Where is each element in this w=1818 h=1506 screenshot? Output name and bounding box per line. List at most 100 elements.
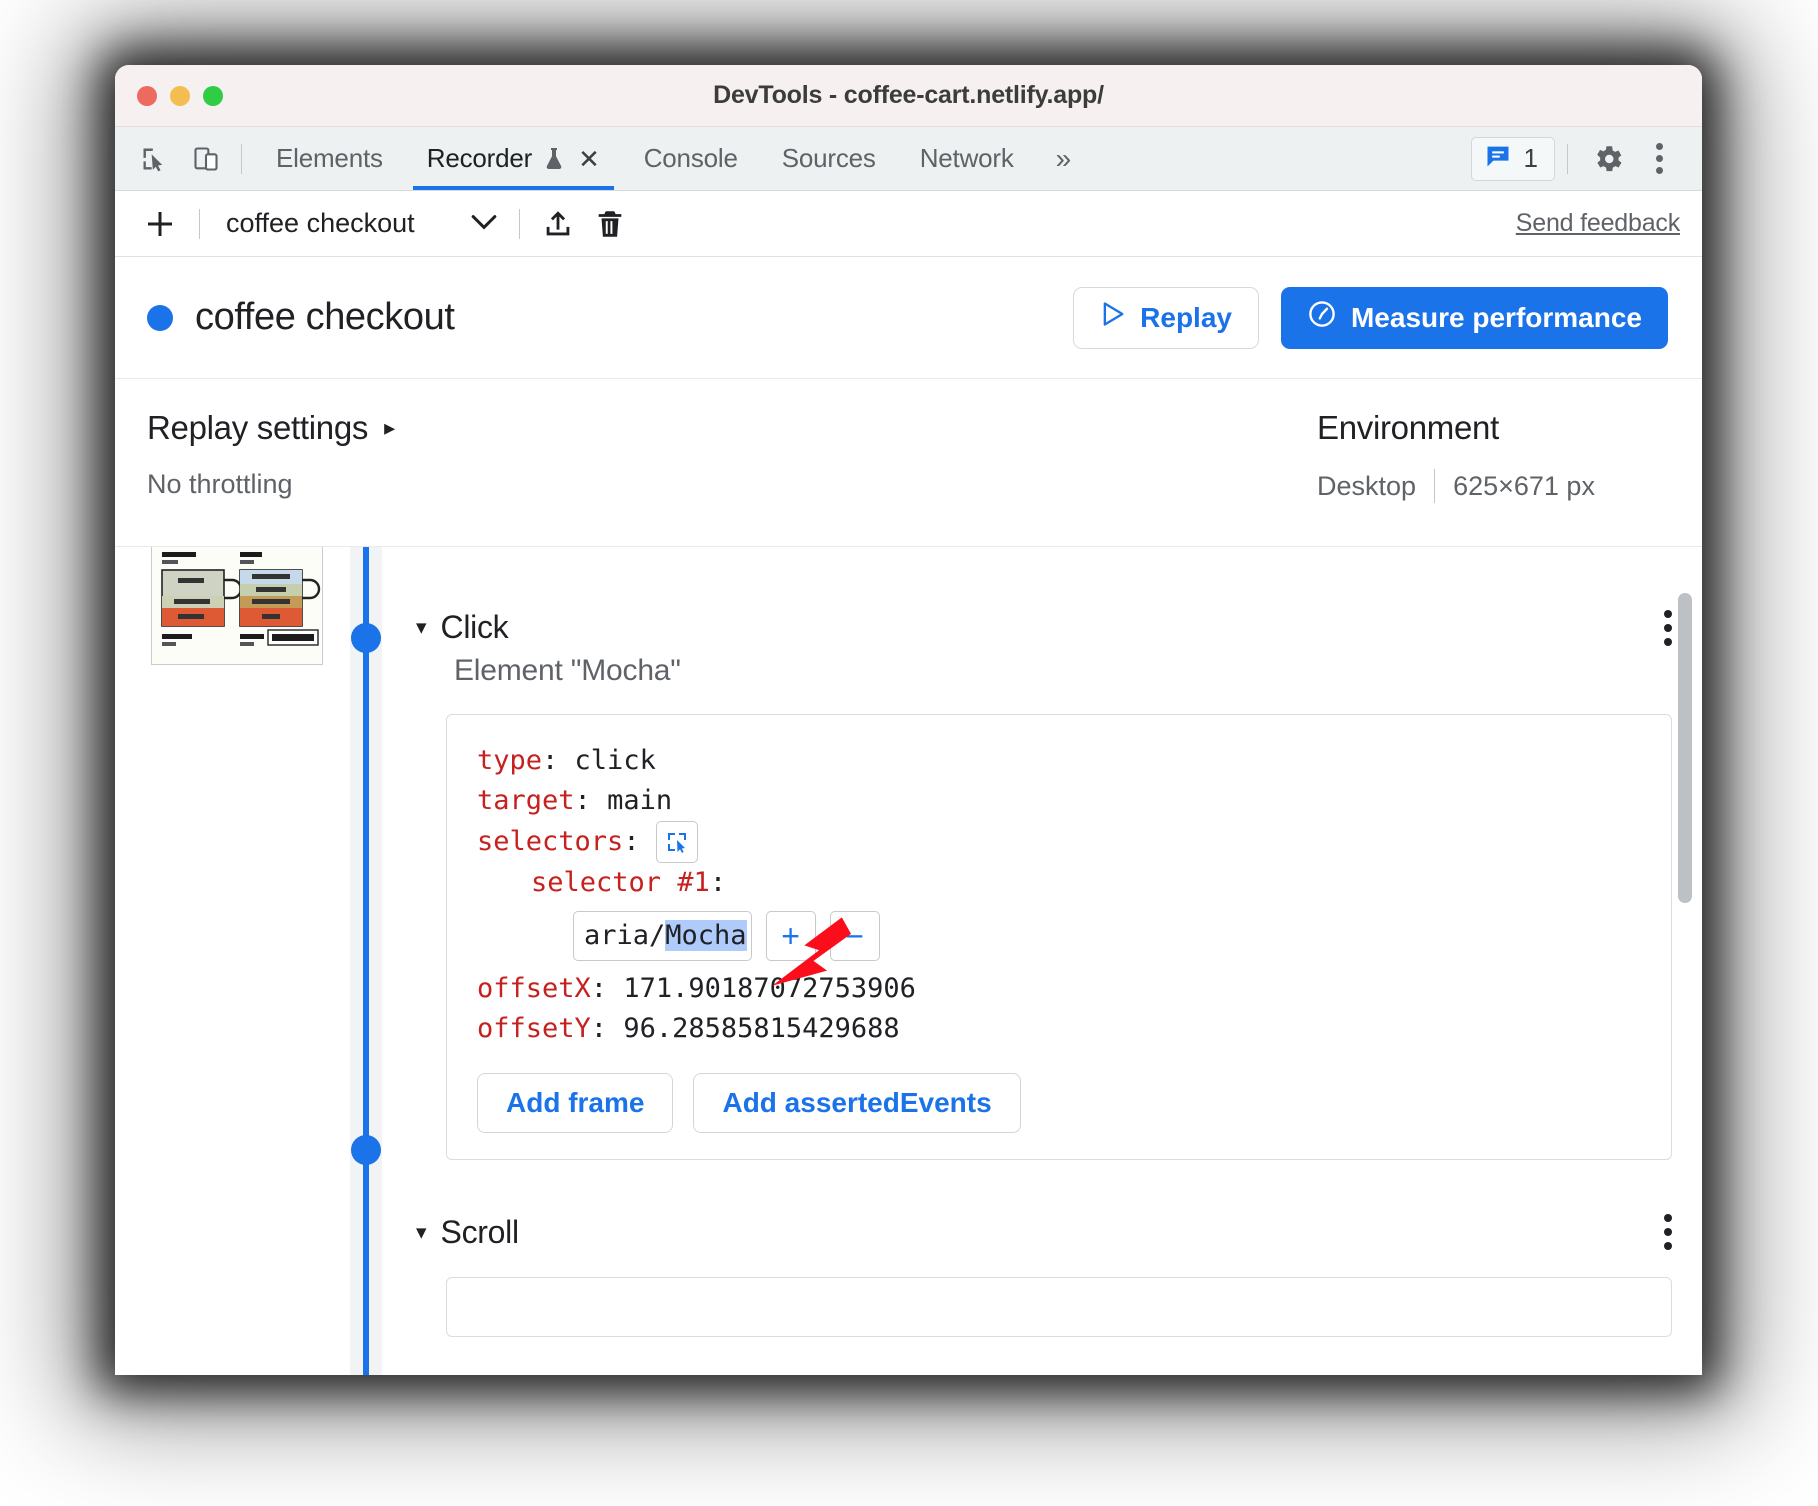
step-subtitle: Element "Mocha" — [454, 654, 681, 687]
throttling-value: No throttling — [147, 469, 293, 499]
selector-editor-row: aria/Mocha + − — [477, 910, 1645, 961]
step-scroll: ▾ Scroll — [416, 1214, 1702, 1337]
issues-count: 1 — [1523, 143, 1538, 173]
chevron-down-icon[interactable]: ▾ — [416, 615, 427, 640]
chevron-right-icon: ▸ — [384, 415, 395, 440]
device-value: Desktop — [1317, 470, 1417, 501]
field-type: type: click — [477, 741, 1645, 781]
field-offsetx-key: offsetX — [477, 972, 591, 1004]
devtools-tabbar: Elements Recorder ✕ Console Sources Netw… — [115, 127, 1702, 191]
step-type-label: Click — [440, 609, 509, 645]
tabbar-right-tools: 1 — [1470, 127, 1702, 190]
more-tabs-icon[interactable]: » — [1036, 127, 1092, 190]
tab-sources[interactable]: Sources — [760, 127, 898, 190]
settings-gear-icon[interactable] — [1580, 135, 1636, 183]
recording-header: coffee checkout Replay Measure performan… — [115, 257, 1702, 379]
environment-column: Environment Desktop 625×671 px — [1317, 409, 1662, 503]
panel-tabs: Elements Recorder ✕ Console Sources Netw… — [254, 127, 1036, 190]
field-offsety: offsetY: 96.28585815429688 — [477, 1009, 1645, 1049]
send-feedback-link[interactable]: Send feedback — [1516, 209, 1680, 238]
close-tab-icon[interactable]: ✕ — [578, 146, 600, 172]
screenshot-column — [115, 547, 350, 1375]
measure-performance-button[interactable]: Measure performance — [1280, 286, 1668, 349]
chevron-down-icon — [471, 211, 497, 237]
tab-label: Recorder — [426, 143, 533, 173]
screenshot-root: DevTools - coffee-cart.netlify.app/ Elem… — [0, 0, 1818, 1506]
field-offsety-key: offsetY — [477, 1012, 591, 1044]
field-offsetx: offsetX: 171.90187072753906 — [477, 969, 1645, 1009]
select-element-picker-icon[interactable] — [655, 820, 698, 863]
step-more-options-icon[interactable] — [1664, 1214, 1672, 1251]
recorder-toolbar: coffee checkout Send feedback — [115, 191, 1702, 257]
steps-scrollbar[interactable] — [1676, 593, 1694, 1375]
field-selectors: selectors: — [477, 820, 1645, 863]
tab-label: Network — [919, 143, 1014, 173]
tabbar-left-tools — [115, 127, 229, 190]
field-target-value[interactable]: main — [607, 781, 672, 821]
timeline-dot-scroll[interactable] — [351, 1135, 381, 1165]
value-separator — [1434, 469, 1436, 503]
step-type-label: Scroll — [440, 1213, 520, 1250]
selector-input[interactable]: aria/Mocha — [573, 910, 752, 961]
play-icon — [1100, 300, 1126, 335]
steps-timeline — [350, 547, 382, 1375]
tab-console[interactable]: Console — [622, 127, 760, 190]
experiment-flask-icon — [542, 146, 566, 172]
inspect-icon[interactable] — [131, 136, 177, 182]
recording-selector[interactable]: coffee checkout — [212, 208, 507, 239]
window-title: DevTools - coffee-cart.netlify.app/ — [713, 81, 1104, 109]
add-selector-button[interactable]: + — [765, 910, 816, 961]
tab-label: Elements — [276, 143, 383, 173]
tab-elements[interactable]: Elements — [254, 127, 405, 190]
create-recording-button[interactable] — [133, 197, 187, 251]
step-scroll-details-card — [446, 1276, 1672, 1337]
add-frame-button[interactable]: Add frame — [477, 1072, 674, 1133]
step-details-card: type: click target: main selectors: sele… — [446, 714, 1672, 1160]
step-click-header[interactable]: ▾ Click — [416, 609, 1672, 646]
replay-settings-label: Replay settings — [147, 409, 369, 446]
toolbar-divider-2 — [518, 208, 520, 239]
step-scroll-header[interactable]: ▾ Scroll — [416, 1214, 1672, 1251]
steps-area: ▾ Click Element "Mocha" type: click targ… — [115, 547, 1702, 1375]
tab-recorder[interactable]: Recorder ✕ — [405, 127, 622, 190]
issues-icon — [1484, 142, 1512, 175]
replay-button[interactable]: Replay — [1073, 286, 1259, 349]
more-options-icon[interactable] — [1636, 135, 1682, 183]
replay-settings-toggle[interactable]: Replay settings ▸ — [147, 409, 395, 447]
field-offsetx-value[interactable]: 171.90187072753906 — [623, 969, 916, 1009]
tab-label: Sources — [781, 143, 876, 173]
add-assertedevents-button[interactable]: Add assertedEvents — [693, 1072, 1021, 1133]
device-toolbar-icon[interactable] — [183, 136, 229, 182]
performance-gauge-icon — [1307, 299, 1337, 336]
timeline-line — [363, 547, 369, 1375]
environment-label: Environment — [1317, 409, 1499, 446]
field-selectors-key: selectors — [477, 825, 624, 857]
field-offsety-value[interactable]: 96.28585815429688 — [623, 1009, 899, 1049]
selector-label: selector #1 — [531, 866, 710, 898]
tab-network[interactable]: Network — [898, 127, 1036, 190]
selector-prefix: aria/ — [584, 920, 666, 952]
field-type-value[interactable]: click — [575, 741, 656, 781]
replay-settings-section: Replay settings ▸ No throttling Environm… — [115, 379, 1702, 547]
recording-title-group: coffee checkout — [147, 296, 455, 339]
trash-icon[interactable] — [584, 198, 636, 250]
tabbar-divider — [241, 143, 242, 174]
viewport-value: 625×671 px — [1453, 470, 1595, 501]
replay-button-label: Replay — [1140, 301, 1232, 333]
devtools-window: DevTools - coffee-cart.netlify.app/ Elem… — [115, 65, 1702, 1375]
recording-actions: Replay Measure performance — [1073, 286, 1668, 349]
step-more-options-icon[interactable] — [1664, 609, 1672, 646]
tab-label: Console — [643, 143, 738, 173]
steps-scrollbar-thumb[interactable] — [1678, 593, 1692, 903]
chevron-down-icon[interactable]: ▾ — [416, 1220, 427, 1245]
toolbar-divider-1 — [199, 208, 200, 239]
export-icon[interactable] — [532, 198, 584, 250]
page-title: coffee checkout — [195, 296, 455, 338]
measure-performance-label: Measure performance — [1350, 301, 1642, 333]
timeline-dot-click[interactable] — [351, 623, 381, 653]
remove-selector-button[interactable]: − — [829, 910, 880, 961]
issues-badge[interactable]: 1 — [1470, 136, 1555, 181]
replay-settings-column: Replay settings ▸ No throttling — [147, 409, 395, 500]
selector-label-row: selector #1: — [477, 863, 1645, 903]
steps-list: ▾ Click Element "Mocha" type: click targ… — [382, 547, 1702, 1375]
